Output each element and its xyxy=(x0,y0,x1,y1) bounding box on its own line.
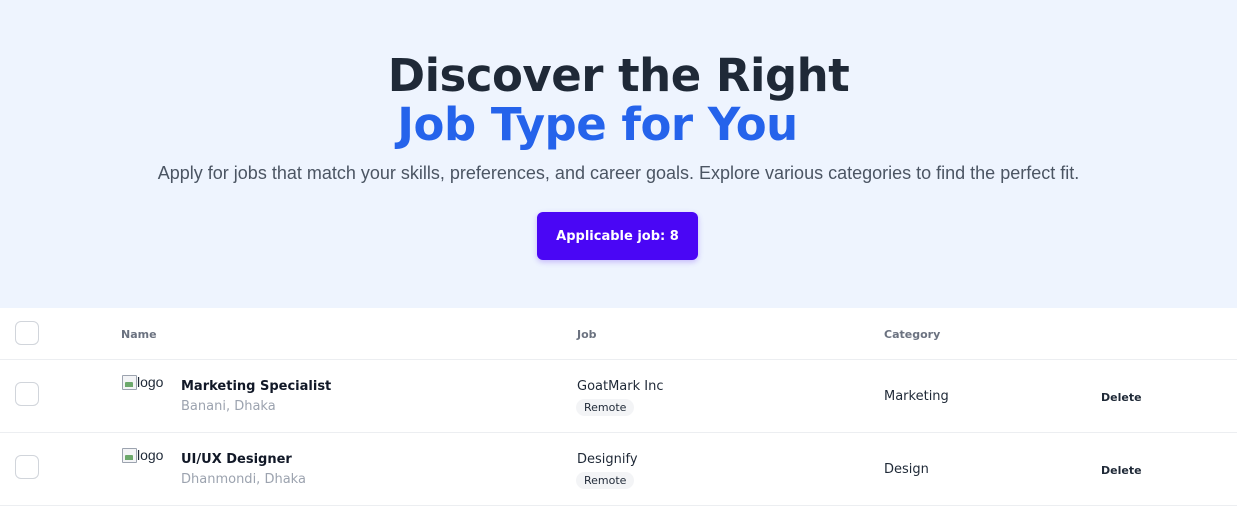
table-row: logo Marketing Specialist Banani, Dhaka … xyxy=(0,360,1237,433)
job-title: UI/UX Designer xyxy=(181,452,292,467)
logo-alt-text: logo xyxy=(137,447,164,463)
company-name: Designify xyxy=(577,452,638,467)
column-header-job: Job xyxy=(577,328,597,341)
row-checkbox[interactable] xyxy=(15,455,39,479)
job-category: Marketing xyxy=(884,389,949,404)
hero-subtitle: Apply for jobs that match your skills, p… xyxy=(157,163,1080,183)
broken-image-icon xyxy=(121,374,137,390)
hero-section: Discover the Right Job Type for You Appl… xyxy=(0,0,1237,308)
job-location: Dhanmondi, Dhaka xyxy=(181,472,306,487)
work-type-badge: Remote xyxy=(576,472,635,489)
table-header-row: Name Job Category xyxy=(0,308,1237,360)
job-location: Banani, Dhaka xyxy=(181,399,276,414)
table-row: logo UI/UX Designer Dhanmondi, Dhaka Des… xyxy=(0,433,1237,506)
broken-image-icon xyxy=(121,447,137,463)
row-checkbox[interactable] xyxy=(15,382,39,406)
work-type-badge: Remote xyxy=(576,399,635,416)
company-logo: logo xyxy=(121,374,163,390)
column-header-name: Name xyxy=(121,328,157,341)
company-name: GoatMark Inc xyxy=(577,379,664,394)
delete-button[interactable]: Delete xyxy=(1095,459,1148,481)
job-category: Design xyxy=(884,462,929,477)
company-logo: logo xyxy=(121,447,163,463)
jobs-table: Name Job Category logo Marketing Special… xyxy=(0,308,1237,506)
select-all-checkbox[interactable] xyxy=(15,321,39,345)
hero-title-line1: Discover the Right xyxy=(387,49,850,102)
job-title: Marketing Specialist xyxy=(181,379,332,394)
applicable-jobs-button[interactable]: Applicable job: 8 xyxy=(537,212,698,260)
delete-button[interactable]: Delete xyxy=(1095,386,1148,408)
column-header-category: Category xyxy=(884,328,941,341)
logo-alt-text: logo xyxy=(137,374,164,390)
hero-title-line2: Job Type for You xyxy=(397,98,798,151)
